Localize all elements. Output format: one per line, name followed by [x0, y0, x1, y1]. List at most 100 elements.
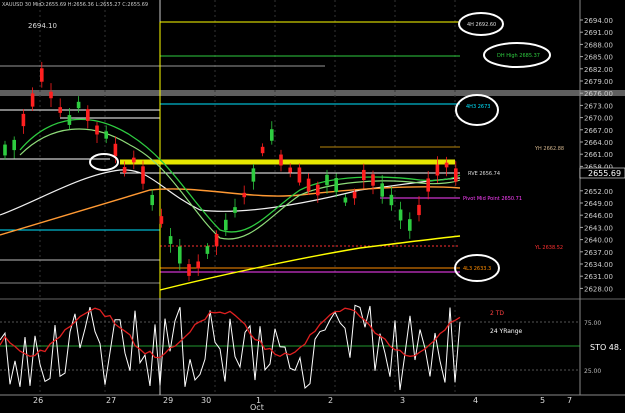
candle-body: [141, 166, 145, 184]
time-tick: 4: [473, 396, 478, 405]
candle-body: [21, 113, 26, 127]
candle-body: [76, 101, 81, 109]
candle-body: [132, 157, 136, 163]
price-tick: 2676.00: [584, 90, 613, 98]
price-tick: 2631.00: [584, 273, 613, 281]
candle-body: [454, 168, 458, 182]
label-yl: YL 2638.52: [534, 245, 563, 251]
candle-body: [67, 115, 72, 125]
candle-body: [159, 216, 164, 224]
candle-body: [233, 207, 237, 213]
price-tick: 2628.00: [584, 285, 613, 293]
candle-body: [306, 178, 311, 192]
time-tick: 2: [328, 396, 333, 405]
price-tick: 2640.00: [584, 237, 613, 245]
price-tick: 2646.00: [584, 212, 613, 220]
candle-body: [224, 219, 228, 231]
candle-body: [104, 131, 108, 139]
price-tick: 2679.00: [584, 78, 613, 86]
candle-body: [95, 125, 99, 135]
td-label: 2 TD: [490, 310, 504, 317]
candle-body: [30, 93, 35, 107]
candle-body: [251, 168, 256, 182]
time-tick: 29: [163, 396, 173, 405]
stoch-value: STO 48.: [590, 343, 622, 352]
candle-body: [168, 236, 173, 244]
candle-body: [435, 164, 440, 176]
price-axis[interactable]: 2694.00 2691.00 2688.00 2685.00 2682.00 2679.…: [580, 17, 613, 293]
candle-body: [288, 167, 292, 173]
time-tick: 5: [540, 396, 545, 405]
stoch-tick-75: 75.00: [584, 320, 601, 327]
label-4l: 4L3 2633.3: [463, 266, 491, 272]
price-tick: 2643.00: [584, 224, 613, 232]
current-price: 2655.69: [588, 169, 621, 178]
price-tick: 2670.00: [584, 115, 613, 123]
candle-body: [325, 174, 329, 186]
price-tick: 2685.00: [584, 54, 613, 62]
window-title: XAUUSD 30 Min: [2, 2, 42, 8]
candle-body: [362, 169, 366, 181]
candle-body: [398, 209, 403, 221]
candle-body: [242, 192, 246, 198]
candle-body: [270, 129, 274, 141]
chart-canvas[interactable]: 4H 2692.60 DH High 2685.37 4H3 2673 YH 2…: [0, 0, 625, 413]
candle-body: [334, 177, 338, 193]
candle-body: [113, 143, 118, 157]
price-tick: 2673.00: [584, 102, 613, 110]
candle-body: [408, 219, 412, 231]
candle-body: [205, 246, 210, 254]
candle-body: [444, 162, 449, 168]
label-yh: YH 2662.88: [534, 146, 564, 152]
price-panel[interactable]: [0, 0, 580, 298]
time-tick: 30: [201, 396, 211, 405]
candle-body: [12, 139, 16, 151]
candle-body: [150, 194, 154, 206]
price-tick: 2661.00: [584, 151, 613, 159]
candle-body: [352, 191, 357, 199]
label-rve: RVE 2656.74: [468, 171, 500, 177]
candle-body: [297, 167, 302, 183]
label-4h-mid: 4H3 2673: [466, 104, 490, 110]
label-pivot: Pivot Mid Point 2650.71: [463, 196, 522, 202]
price-tick: 2637.00: [584, 249, 613, 257]
candle-body: [40, 68, 44, 82]
time-axis[interactable]: 26 27 29 30 1 2 3 4 5 7: [33, 396, 572, 405]
resistance-band: [0, 90, 625, 96]
price-tick: 2634.00: [584, 261, 613, 269]
candle-body: [187, 264, 191, 276]
candle-body: [58, 107, 62, 113]
candle-body: [426, 178, 430, 192]
price-marker: 2694.10: [28, 22, 57, 30]
candle-body: [214, 233, 219, 247]
price-tick: 2688.00: [584, 41, 613, 49]
candle-body: [86, 109, 90, 121]
time-tick: 27: [106, 396, 116, 405]
candle-body: [49, 91, 53, 99]
label-dh-high: DH High 2685.37: [497, 53, 540, 59]
label-4h: 4H 2692.60: [467, 22, 496, 28]
ohlc-readout: O:2655.69 H:2656.36 L:2655.27 C:2655.69: [40, 2, 148, 8]
candle-body: [3, 144, 7, 156]
month-label: Oct: [250, 403, 264, 412]
price-tick: 2652.00: [584, 188, 613, 196]
candle-body: [178, 246, 182, 264]
candle-body: [260, 146, 265, 154]
price-tick: 2667.00: [584, 127, 613, 135]
candle-body: [417, 204, 421, 216]
candle-body: [343, 197, 348, 203]
price-tick: 2682.00: [584, 66, 613, 74]
price-tick: 2664.00: [584, 139, 613, 147]
price-tick: 2694.00: [584, 17, 613, 25]
time-tick: 7: [567, 396, 572, 405]
time-tick: 26: [33, 396, 43, 405]
candle-body: [389, 194, 394, 206]
candle-body: [380, 183, 384, 197]
candle-body: [316, 184, 320, 196]
candle-body: [279, 154, 283, 166]
time-tick: 3: [400, 396, 405, 405]
stoch-tick-25: 25.00: [584, 368, 601, 375]
price-tick: 2691.00: [584, 29, 613, 37]
price-tick: 2649.00: [584, 200, 613, 208]
candle-body: [196, 261, 200, 269]
